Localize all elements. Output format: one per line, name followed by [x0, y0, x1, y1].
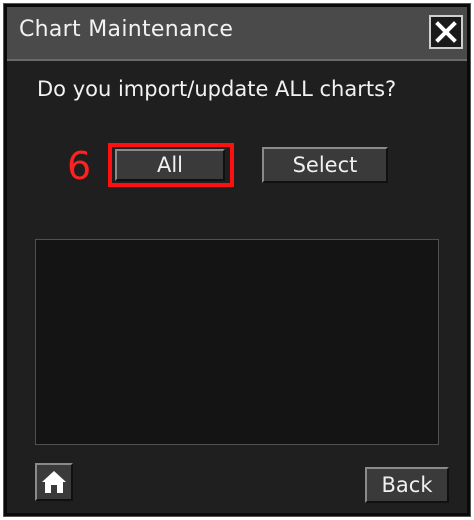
home-button[interactable] — [35, 463, 73, 501]
step-number-annotation: 6 — [67, 144, 92, 188]
back-button[interactable]: Back — [365, 467, 449, 503]
chart-maintenance-dialog: Chart Maintenance Do you import/update A… — [3, 3, 471, 517]
dialog-title: Chart Maintenance — [19, 17, 234, 42]
info-panel — [35, 239, 439, 445]
highlight-box — [108, 143, 234, 187]
close-button[interactable] — [429, 15, 463, 49]
select-button[interactable]: Select — [262, 147, 388, 183]
title-bar: Chart Maintenance — [7, 7, 467, 61]
close-icon — [435, 21, 457, 43]
prompt-text: Do you import/update ALL charts? — [37, 77, 397, 101]
home-icon — [42, 471, 66, 493]
